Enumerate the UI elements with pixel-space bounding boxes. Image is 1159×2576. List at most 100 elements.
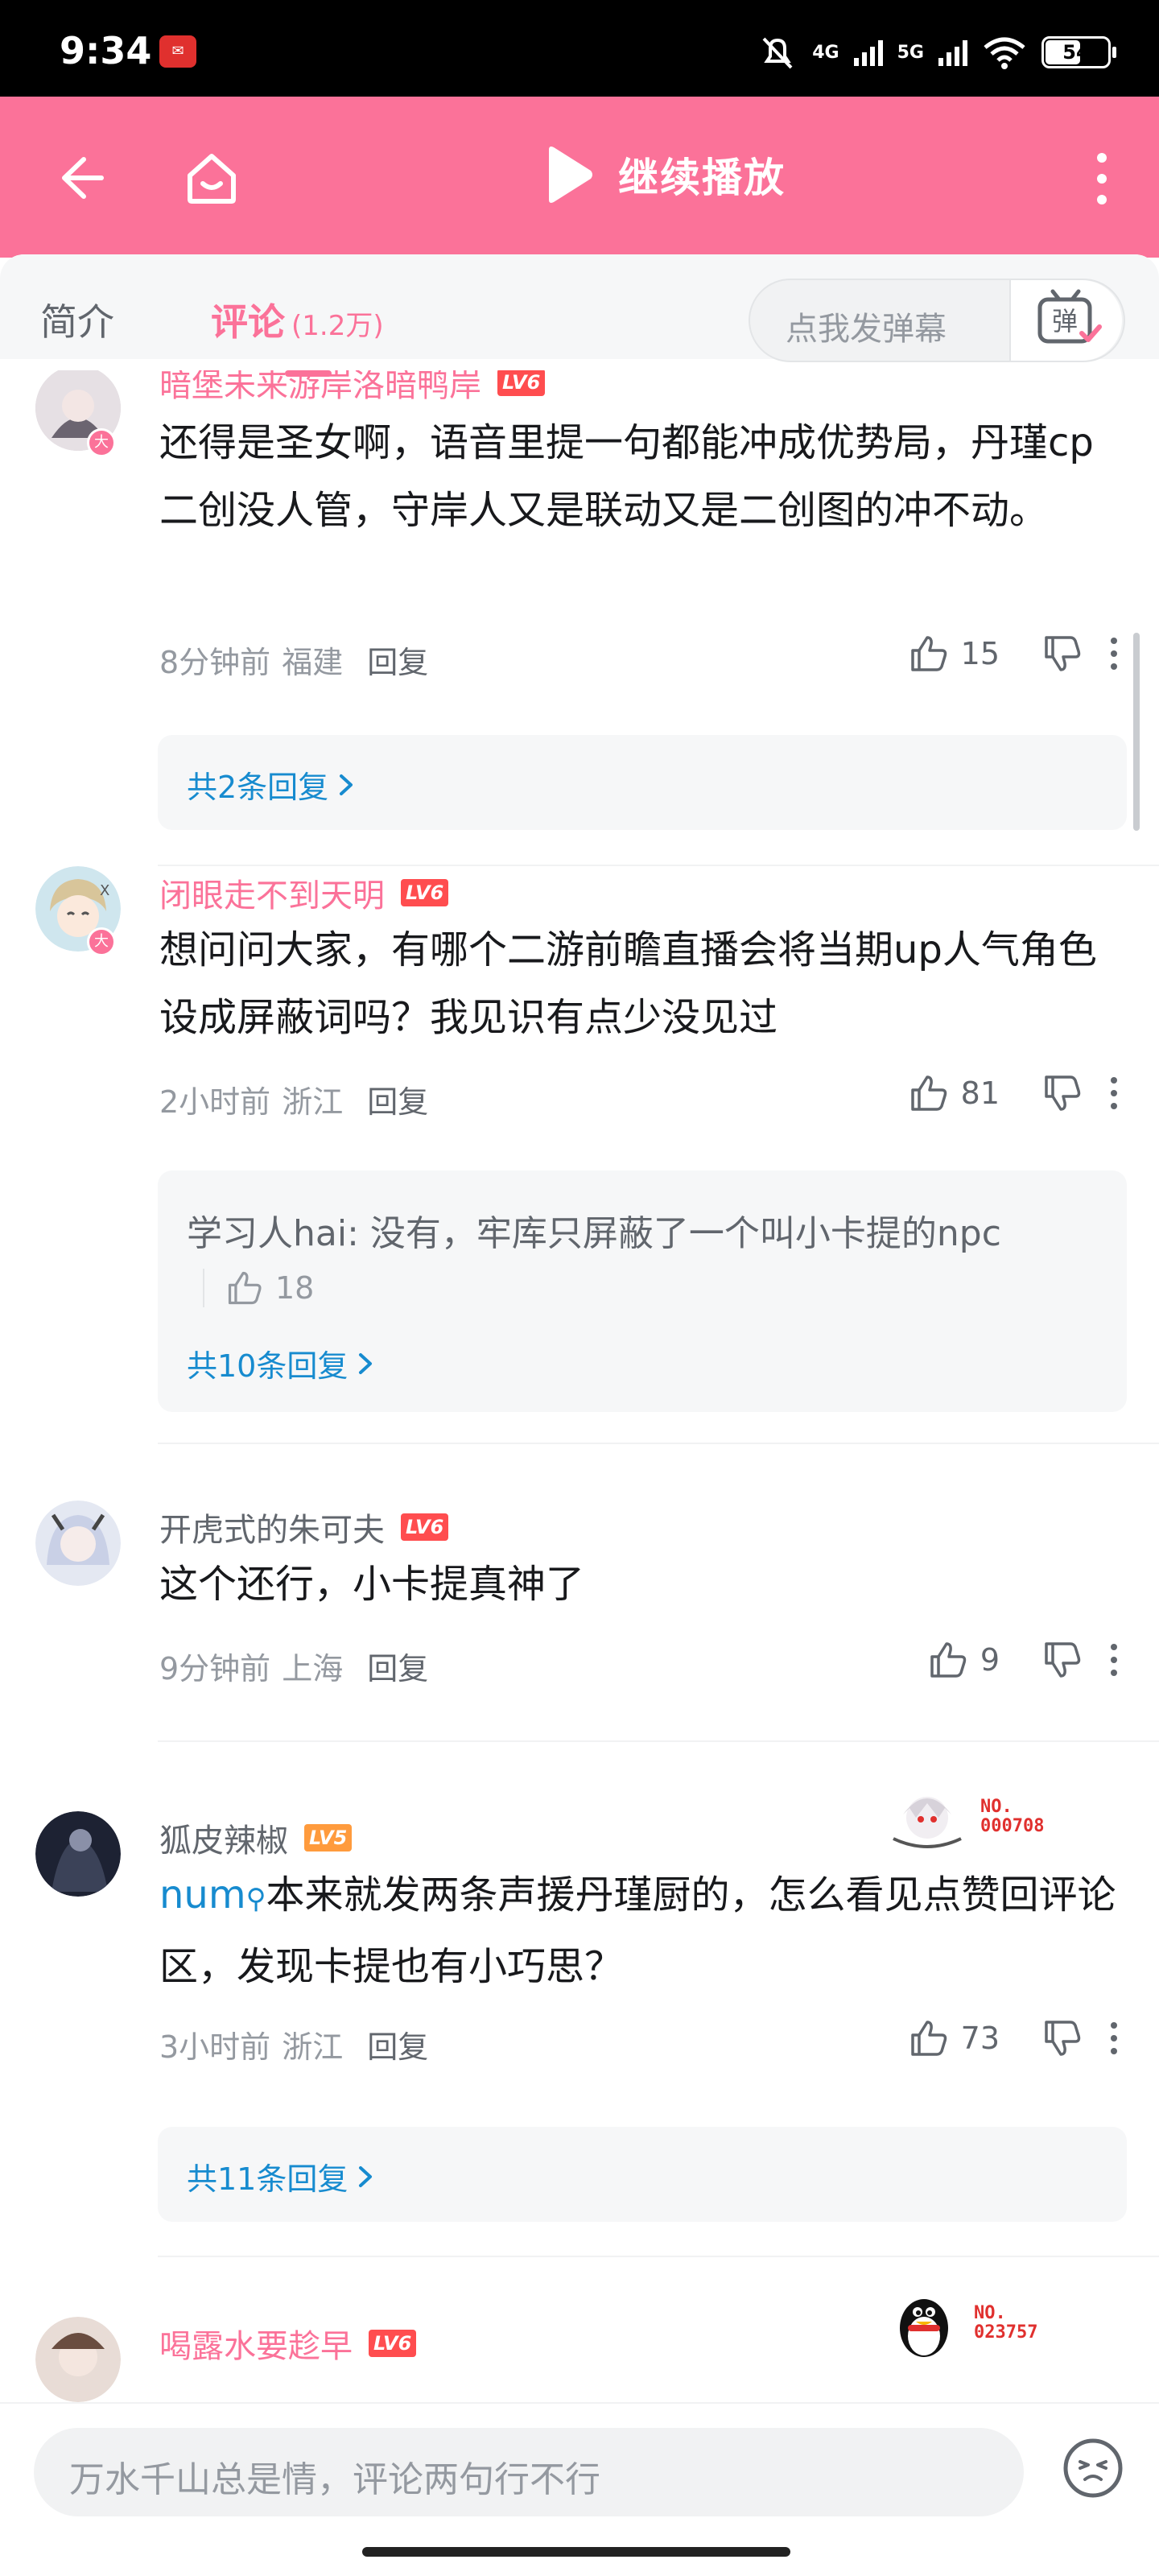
username-text: 暗堡未来游岸洛暗鸭岸	[159, 370, 481, 404]
tab-comments-label: 评论	[211, 300, 285, 344]
comment-location: 上海	[282, 1651, 344, 1686]
username[interactable]: 闭眼走不到天明 LV6	[159, 869, 449, 916]
tab-intro[interactable]: 简介	[40, 293, 114, 346]
comment-content: num⚲本来就发两条声援丹瑾厨的，怎么看见点赞回评论区，发现卡提也有小巧思？	[159, 1861, 1125, 2000]
comment-time: 9分钟前	[159, 1651, 271, 1686]
fan-decoration[interactable]: NO. 000708	[885, 1782, 1044, 1852]
comment-content: 还得是圣女啊，语音里提一句都能冲成优势局，丹瑾cp二创没人管，守岸人又是联动又是…	[159, 420, 1094, 533]
danmaku-input[interactable]: 点我发弹幕 弹	[749, 279, 1125, 362]
battery-icon: 54	[1041, 36, 1116, 68]
emoji-icon[interactable]	[1061, 2436, 1125, 2500]
username-text: 开虎式的朱可夫	[159, 1512, 385, 1549]
battery-level: 54	[1062, 41, 1090, 64]
username-text: 喝露水要趁早	[159, 2328, 353, 2365]
username[interactable]: 狐皮辣椒 LV5	[159, 1814, 353, 1861]
like-count: 15	[960, 636, 1000, 671]
home-icon[interactable]	[182, 148, 241, 208]
system-indicators: 4G 5G 54	[757, 32, 1116, 72]
chevron-right-icon	[359, 2165, 373, 2187]
reply-button[interactable]: 回复	[367, 1644, 428, 1688]
view-replies-link[interactable]: 共10条回复	[187, 1341, 375, 1385]
comment-divider	[158, 2256, 1159, 2257]
comment-actions: 81	[908, 1072, 1120, 1114]
like-button[interactable]: 81	[908, 1072, 1000, 1114]
level-badge: LV6	[369, 2330, 417, 2357]
level-badge: LV6	[401, 879, 449, 906]
comment-content-text: 本来就发两条声援丹瑾厨的，怎么看见点赞回评论区，发现卡提也有小巧思？	[159, 1872, 1116, 1989]
thumbs-up-icon	[228, 1271, 262, 1305]
tab-comments[interactable]: 评论 (1.2万)	[211, 293, 384, 346]
comment-divider	[158, 1443, 1159, 1444]
view-replies-label: 共2条回复	[187, 770, 329, 805]
thumbs-up-icon	[910, 1075, 947, 1111]
thumbs-up-icon	[910, 636, 947, 671]
comment-input[interactable]: 万水千山总是情，评论两句行不行	[34, 2428, 1024, 2516]
network-5g-label: 5G	[897, 42, 924, 63]
back-arrow-icon[interactable]	[52, 150, 108, 206]
view-replies-link[interactable]: 共11条回复	[187, 2154, 375, 2198]
comment-content: 想问问大家，有哪个二游前瞻直播会将当期up人气角色设成屏蔽词吗？我见识有点少没见…	[159, 927, 1097, 1040]
thumbs-down-icon[interactable]	[1041, 2017, 1083, 2059]
reply-button[interactable]: 回复	[367, 2022, 428, 2066]
comment-divider	[158, 1740, 1159, 1742]
replies-box[interactable]: 学习人hai: 没有，牢库只屏蔽了一个叫小卡提的npc 18 共10条回复	[158, 1170, 1127, 1412]
thumbs-down-icon[interactable]	[1041, 1072, 1083, 1114]
sub-reply-like[interactable]: 18	[203, 1269, 314, 1307]
comment-meta: 8分钟前 福建 回复	[159, 638, 428, 682]
reply-button[interactable]: 回复	[367, 638, 428, 682]
status-time: 9:34	[60, 29, 152, 72]
comment-more-icon[interactable]	[1107, 633, 1120, 675]
comment-time: 2小时前	[159, 1084, 271, 1120]
content-sheet: 简介 评论 (1.2万) 点我发弹幕 弹 大 暗堡未来游岸洛暗鸭岸 LV6 还得…	[0, 254, 1159, 2576]
comment-location: 浙江	[282, 2029, 344, 2065]
username-text: 狐皮辣椒	[159, 1823, 288, 1860]
username[interactable]: 暗堡未来游岸洛暗鸭岸 LV6	[159, 370, 546, 406]
comment-actions: 15	[908, 633, 1120, 675]
sub-reply-like-count: 18	[275, 1270, 315, 1306]
like-button[interactable]: 9	[927, 1639, 1000, 1681]
more-vertical-icon[interactable]	[1090, 147, 1114, 211]
replies-box[interactable]: 共11条回复	[158, 2127, 1127, 2222]
thumbs-up-icon	[910, 2021, 947, 2056]
continue-playing-button[interactable]: 继续播放	[544, 145, 786, 204]
mention-link[interactable]: num	[159, 1872, 246, 1918]
comment-item: 狐皮辣椒 LV5 NO. 000708 num⚲本来就发两条声援丹瑾厨的，怎么看…	[0, 1797, 1159, 2359]
play-icon	[549, 147, 592, 203]
avatar[interactable]	[35, 2317, 121, 2402]
video-header: 继续播放	[0, 97, 1159, 258]
comment-more-icon[interactable]	[1107, 2017, 1120, 2059]
avatar[interactable]	[35, 1811, 121, 1897]
reply-button[interactable]: 回复	[367, 1077, 428, 1121]
thumbs-down-icon[interactable]	[1041, 633, 1083, 675]
comment-list[interactable]: 大 暗堡未来游岸洛暗鸭岸 LV6 还得是圣女啊，语音里提一句都能冲成优势局，丹瑾…	[0, 370, 1159, 2402]
comment-meta: 3小时前 浙江 回复	[159, 2022, 428, 2066]
thumbs-down-icon[interactable]	[1041, 1639, 1083, 1681]
view-replies-link[interactable]: 共2条回复	[187, 762, 356, 807]
comment-more-icon[interactable]	[1107, 1639, 1120, 1681]
avatar[interactable]	[35, 1501, 121, 1586]
home-indicator[interactable]	[362, 2547, 790, 2557]
decoration-number: NO. 000708	[980, 1797, 1045, 1836]
comment-time: 8分钟前	[159, 645, 271, 680]
username[interactable]: 开虎式的朱可夫 LV6	[159, 1504, 449, 1550]
comment-item: X 大 闭眼走不到天明 LV6 想问问大家，有哪个二游前瞻直播会将当期up人气角…	[0, 866, 1159, 1510]
comment-location: 福建	[282, 645, 344, 680]
like-button[interactable]: 15	[908, 633, 1000, 675]
like-button[interactable]: 73	[908, 2017, 1000, 2059]
comment-more-icon[interactable]	[1107, 1072, 1120, 1114]
tab-bar: 简介 评论 (1.2万) 点我发弹幕 弹	[0, 254, 1159, 362]
wifi-icon	[984, 37, 1025, 69]
chevron-right-icon	[340, 774, 353, 795]
scrollbar[interactable]	[1133, 633, 1140, 831]
fan-decoration[interactable]: NO. 023757	[885, 2285, 1037, 2362]
thumbs-up-icon	[930, 1642, 967, 1678]
search-icon[interactable]: ⚲	[246, 1883, 266, 1915]
replies-box[interactable]: 共2条回复	[158, 735, 1127, 830]
decoration-character-icon	[893, 1797, 962, 1848]
sub-reply-text[interactable]: 学习人hai: 没有，牢库只屏蔽了一个叫小卡提的npc	[187, 1204, 1001, 1256]
continue-playing-label: 继续播放	[618, 155, 786, 201]
notification-app-icon: ✉	[159, 35, 196, 68]
danmaku-toggle-button[interactable]: 弹	[1009, 280, 1122, 361]
like-count: 9	[980, 1642, 1000, 1678]
username[interactable]: 喝露水要趁早 LV6	[159, 2320, 417, 2367]
